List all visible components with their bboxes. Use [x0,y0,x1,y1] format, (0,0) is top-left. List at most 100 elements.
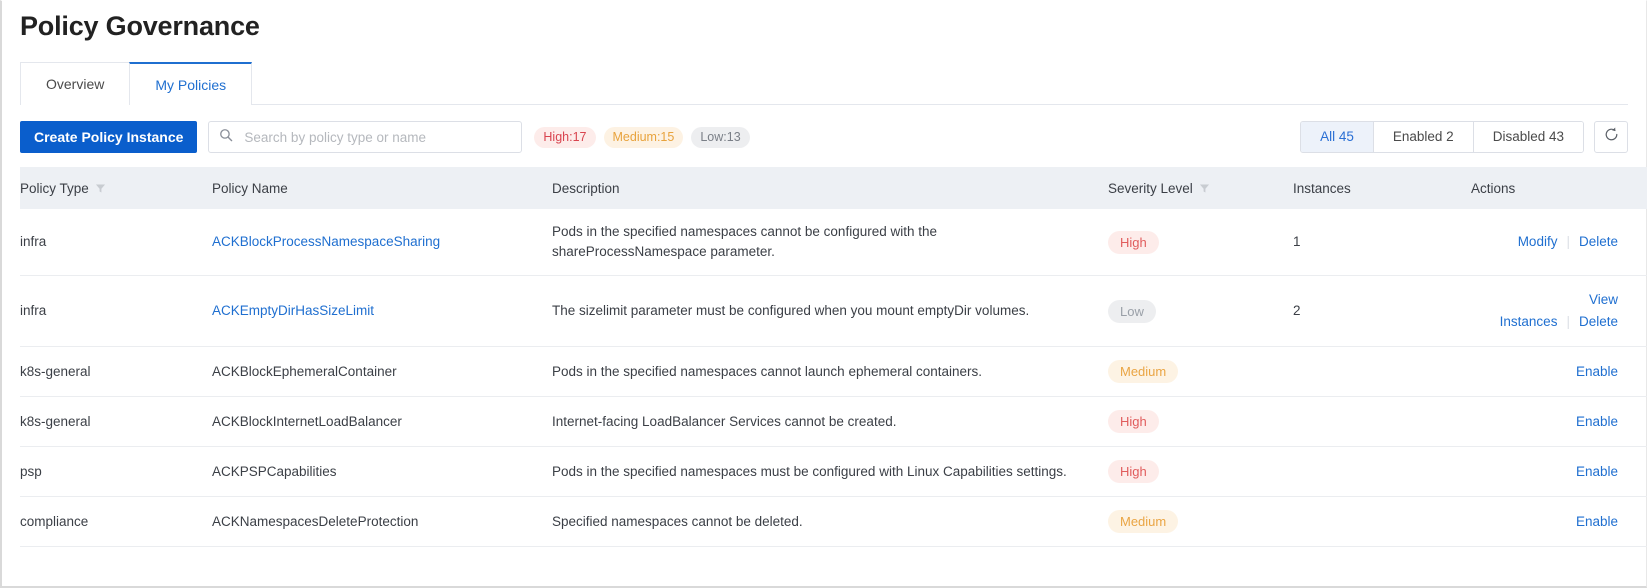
column-header-actions: Actions [1471,167,1647,209]
column-header-severity-level: Severity Level [1108,167,1293,209]
severity-badge: Low [1108,299,1156,323]
policy-name-link[interactable]: ACKEmptyDirHasSizeLimit [212,303,374,318]
status-filter-group: All 45 Enabled 2 Disabled 43 [1300,121,1584,153]
cell-actions: View Instances | Delete [1471,275,1647,347]
cell-severity: High [1108,396,1293,447]
tab-my-policies[interactable]: My Policies [129,62,253,105]
search-input[interactable] [242,128,512,146]
severity-badge: High [1108,410,1159,433]
severity-chip-low[interactable]: Low:13 [691,126,750,148]
create-policy-instance-button[interactable]: Create Policy Instance [20,121,198,153]
column-header-label: Policy Name [212,180,288,196]
cell-actions: Enable [1471,396,1647,447]
policy-governance-page: Policy Governance Overview My Policies Cr… [0,0,1647,588]
table-header-row: Policy Type Policy Name Description Severit… [20,167,1647,209]
cell-policy-type: infra [20,209,212,276]
policy-name-text: ACKNamespacesDeleteProtection [212,513,419,529]
cell-severity: Low [1108,275,1293,347]
tab-bar: Overview My Policies [20,62,1628,105]
cell-policy-type: k8s-general [20,346,212,397]
table-row: infra ACKEmptyDirHasSizeLimit The sizelimi… [20,275,1647,347]
cell-policy-type: k8s-general [20,396,212,447]
cell-policy-name: ACKBlockProcessNamespaceSharing [212,209,552,276]
cell-instances [1293,396,1471,447]
cell-actions: Enable [1471,496,1647,547]
cell-instances: 2 [1293,275,1471,347]
cell-severity: High [1108,209,1293,276]
column-header-label: Actions [1471,180,1516,196]
cell-policy-name: ACKNamespacesDeleteProtection [212,496,552,547]
cell-description: Specified namespaces cannot be deleted. [552,496,1108,547]
action-separator: | [1566,234,1570,249]
column-header-label: Policy Type [20,180,89,196]
column-header-instances: Instances [1293,167,1471,209]
severity-chip-high[interactable]: High:17 [534,126,596,148]
severity-badge: Medium [1108,510,1179,533]
action-enable-link[interactable]: Enable [1576,364,1618,379]
status-filter-enabled[interactable]: Enabled 2 [1373,122,1474,152]
action-delete-link[interactable]: Delete [1579,234,1618,249]
cell-policy-type: infra [20,275,212,347]
policies-table: Policy Type Policy Name Description Severit… [20,167,1647,547]
refresh-button[interactable] [1594,121,1628,153]
cell-policy-type: psp [20,446,212,497]
cell-policy-name: ACKEmptyDirHasSizeLimit [212,275,552,347]
tab-label: Overview [46,76,105,92]
cell-policy-name: ACKPSPCapabilities [212,446,552,497]
cell-description: Pods in the specified namespaces must be… [552,446,1108,497]
column-header-policy-type: Policy Type [20,167,212,209]
toolbar-right: All 45 Enabled 2 Disabled 43 [1300,121,1628,153]
column-header-policy-name: Policy Name [212,167,552,209]
severity-badge: Medium [1108,360,1179,383]
severity-badge: High [1108,460,1159,483]
cell-actions: Enable [1471,346,1647,397]
action-enable-link[interactable]: Enable [1576,464,1618,479]
filter-icon[interactable] [1199,183,1210,194]
cell-description: The sizelimit parameter must be configur… [552,275,1108,347]
severity-chip-medium[interactable]: Medium:15 [603,126,684,148]
action-enable-link[interactable]: Enable [1576,414,1618,429]
status-filter-disabled[interactable]: Disabled 43 [1473,122,1583,152]
severity-summary-chips: High:17 Medium:15 Low:13 [534,126,750,148]
table-row: k8s-general ACKBlockEphemeralContainer Pod… [20,346,1647,397]
refresh-icon [1603,126,1620,148]
column-header-label: Severity Level [1108,180,1193,196]
filter-icon[interactable] [95,183,106,194]
toolbar: Create Policy Instance High:17 Medium:15 L… [20,120,1628,154]
policy-name-text: ACKBlockEphemeralContainer [212,363,397,379]
action-modify-link[interactable]: Modify [1518,234,1558,249]
table-row: k8s-general ACKBlockInternetLoadBalancer I… [20,396,1647,447]
policy-name-link[interactable]: ACKBlockProcessNamespaceSharing [212,234,440,249]
severity-badge: High [1108,230,1159,254]
cell-description: Pods in the specified namespaces cannot … [552,346,1108,397]
action-enable-link[interactable]: Enable [1576,514,1618,529]
column-header-description: Description [552,167,1108,209]
status-filter-all[interactable]: All 45 [1301,122,1374,152]
column-header-label: Instances [1293,180,1351,196]
search-box[interactable] [208,121,523,153]
cell-description: Pods in the specified namespaces cannot … [552,209,1108,276]
column-header-label: Description [552,180,620,196]
table-body: infra ACKBlockProcessNamespaceSharing Pods… [20,209,1647,547]
cell-severity: Medium [1108,346,1293,397]
table-head: Policy Type Policy Name Description Severit… [20,167,1647,209]
cell-policy-name: ACKBlockInternetLoadBalancer [212,396,552,447]
table-row: compliance ACKNamespacesDeleteProtection S… [20,496,1647,547]
tab-overview[interactable]: Overview [20,62,131,105]
table-row: infra ACKBlockProcessNamespaceSharing Pods… [20,209,1647,276]
cell-policy-type: compliance [20,496,212,547]
policy-name-text: ACKPSPCapabilities [212,463,337,479]
cell-severity: High [1108,446,1293,497]
policy-name-text: ACKBlockInternetLoadBalancer [212,413,402,429]
cell-severity: Medium [1108,496,1293,547]
cell-description: Internet-facing LoadBalancer Services ca… [552,396,1108,447]
search-icon [219,128,233,147]
tab-label: My Policies [155,76,227,93]
action-delete-link[interactable]: Delete [1579,314,1618,329]
cell-instances [1293,496,1471,547]
page-title: Policy Governance [20,11,260,41]
cell-instances [1293,346,1471,397]
cell-policy-name: ACKBlockEphemeralContainer [212,346,552,397]
cell-instances [1293,446,1471,497]
cell-instances: 1 [1293,209,1471,276]
